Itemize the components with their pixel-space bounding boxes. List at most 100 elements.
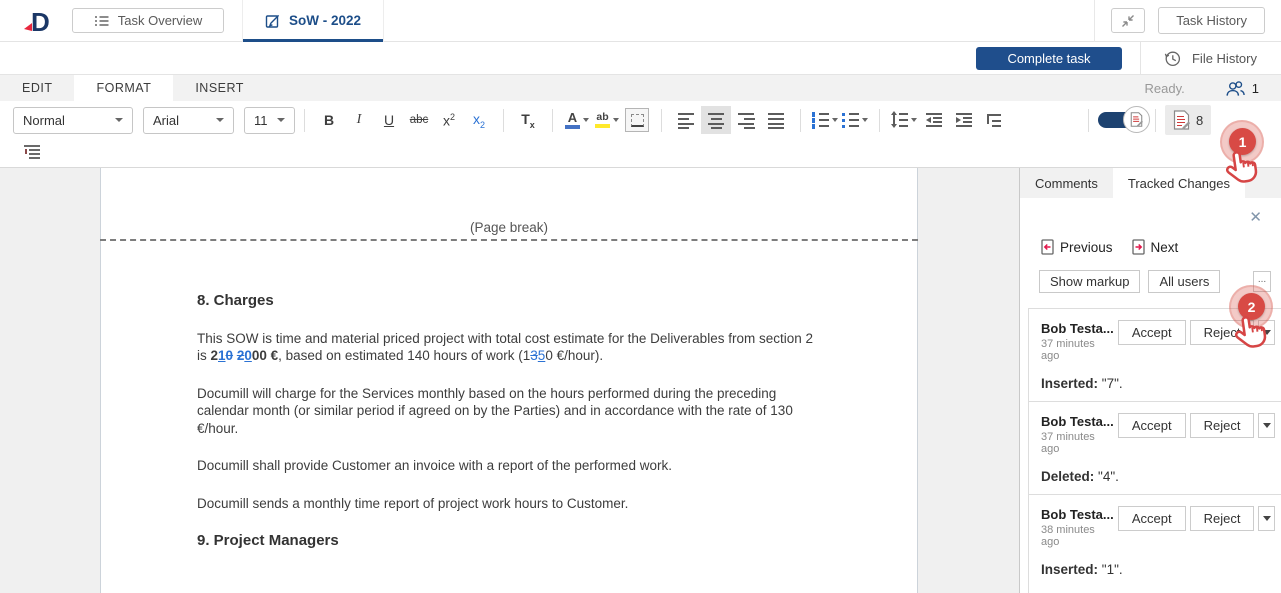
text-segment: 1	[218, 348, 226, 363]
subscript-button[interactable]: x2	[464, 106, 494, 134]
justify-icon	[768, 111, 785, 129]
menu-format[interactable]: FORMAT	[74, 75, 173, 101]
numbered-list-button[interactable]	[810, 106, 840, 134]
topbar-separator	[1094, 0, 1095, 42]
borders-button[interactable]	[622, 106, 652, 134]
close-panel-button[interactable]: ✕	[1249, 208, 1262, 226]
tracked-changes-doc-icon	[1173, 110, 1190, 130]
increase-indent-button[interactable]	[949, 106, 979, 134]
reject-button[interactable]: Reject	[1190, 413, 1255, 438]
bold-icon: B	[324, 112, 334, 128]
highlight-color-icon: ab	[595, 112, 610, 128]
text-segment: 00 €	[252, 348, 278, 363]
font-color-button[interactable]: A	[562, 106, 592, 134]
toolbar-separator	[800, 109, 801, 132]
change-more-actions-button[interactable]	[1258, 413, 1275, 438]
change-value: "7".	[1102, 376, 1123, 391]
change-more-actions-button[interactable]	[1258, 506, 1275, 531]
collapse-button[interactable]	[1111, 8, 1145, 33]
superscript-button[interactable]: x2	[434, 106, 464, 134]
line-spacing-button[interactable]	[889, 106, 919, 134]
change-timestamp: 37 minutes ago	[1041, 338, 1114, 362]
chevron-down-icon	[911, 118, 917, 122]
chevron-down-icon	[277, 118, 285, 122]
file-history-button[interactable]: File History	[1141, 49, 1281, 68]
tracked-changes-count-button[interactable]: 8	[1165, 105, 1211, 135]
toolbar-separator	[552, 109, 553, 132]
doc-paragraph[interactable]: Documill sends a monthly time report of …	[197, 495, 819, 513]
bold-button[interactable]: B	[314, 106, 344, 134]
decrease-indent-button[interactable]	[919, 106, 949, 134]
text-segment: 0 €/hour).	[545, 348, 603, 363]
underline-icon: U	[384, 112, 394, 128]
highlight-color-button[interactable]: ab	[592, 106, 622, 134]
font-family-value: Arial	[153, 113, 179, 128]
font-size-value: 11	[254, 113, 268, 128]
annotation-2: 2	[1229, 285, 1281, 365]
history-clock-icon	[1163, 49, 1182, 68]
online-users: 1	[1225, 80, 1259, 97]
tab-stop-button[interactable]	[979, 106, 1009, 134]
tracked-changes-doc-icon	[1130, 112, 1143, 127]
accept-button[interactable]: Accept	[1118, 320, 1186, 345]
users-icon	[1225, 80, 1246, 97]
strikethrough-button[interactable]: abc	[404, 106, 434, 134]
change-action: Deleted:	[1041, 469, 1094, 484]
doc-paragraph-rich[interactable]: This SOW is time and material priced pro…	[197, 330, 819, 365]
toolbar-separator	[1155, 109, 1156, 132]
doc-paragraph[interactable]: Documill will charge for the Services mo…	[197, 385, 819, 438]
document-content[interactable]: 8. Charges This SOW is time and material…	[197, 292, 819, 550]
previous-label: Previous	[1060, 240, 1113, 255]
accept-button[interactable]: Accept	[1118, 413, 1186, 438]
menu-edit[interactable]: EDIT	[0, 75, 74, 101]
reject-button[interactable]: Reject	[1190, 506, 1255, 531]
tab-comments[interactable]: Comments	[1020, 168, 1113, 198]
complete-task-button[interactable]: Complete task	[976, 47, 1122, 70]
justify-button[interactable]	[761, 106, 791, 134]
paragraph-style-select[interactable]: Normal	[13, 107, 133, 134]
clear-formatting-button[interactable]: Tx	[513, 106, 543, 134]
font-family-select[interactable]: Arial	[143, 107, 234, 134]
document-tab[interactable]: SoW - 2022	[242, 0, 384, 42]
align-right-button[interactable]	[731, 106, 761, 134]
doc-paragraph[interactable]: Documill shall provide Customer an invoi…	[197, 457, 819, 475]
next-change-button[interactable]: Next	[1132, 239, 1179, 255]
change-timestamp: 37 minutes ago	[1041, 431, 1114, 455]
task-history-button[interactable]: Task History	[1158, 7, 1265, 34]
align-center-icon	[708, 111, 725, 129]
cursor-hand-icon	[1221, 147, 1264, 194]
align-center-button[interactable]	[701, 106, 731, 134]
change-timestamp: 38 minutes ago	[1041, 524, 1114, 548]
bullet-list-button[interactable]	[840, 106, 870, 134]
document-page[interactable]: (Page break) 8. Charges This SOW is time…	[100, 168, 918, 593]
align-left-button[interactable]	[671, 106, 701, 134]
show-markup-button[interactable]: Show markup	[1039, 270, 1140, 293]
align-right-icon	[738, 111, 755, 129]
annotation-1: 1	[1220, 120, 1280, 200]
toolbar-separator	[1088, 109, 1089, 132]
task-list-icon	[94, 15, 109, 27]
toggle-knob	[1123, 106, 1150, 133]
task-history-label: Task History	[1176, 13, 1247, 28]
previous-change-button[interactable]: Previous	[1041, 239, 1113, 255]
section-heading[interactable]: 8. Charges	[197, 292, 819, 310]
font-color-icon: A	[565, 111, 580, 129]
bullet-list-icon	[842, 111, 859, 129]
tab-stop-icon	[987, 113, 1002, 128]
task-overview-tab[interactable]: Task Overview	[72, 8, 224, 33]
menu-insert[interactable]: INSERT	[173, 75, 266, 101]
next-section-heading[interactable]: 9. Project Managers	[197, 532, 819, 550]
accept-button[interactable]: Accept	[1118, 506, 1186, 531]
change-navigation: Previous Next	[1041, 239, 1178, 255]
next-label: Next	[1151, 240, 1179, 255]
strikethrough-icon: abc	[410, 114, 429, 126]
change-author: Bob Testa...	[1041, 507, 1114, 522]
paragraph-format-button[interactable]	[17, 138, 47, 166]
all-users-button[interactable]: All users	[1148, 270, 1220, 293]
collapse-icon	[1120, 13, 1136, 29]
documill-logo-icon: D	[18, 5, 58, 37]
underline-button[interactable]: U	[374, 106, 404, 134]
font-size-select[interactable]: 11	[244, 107, 295, 134]
italic-button[interactable]: I	[344, 106, 374, 134]
tracked-changes-toggle[interactable]	[1098, 106, 1146, 134]
